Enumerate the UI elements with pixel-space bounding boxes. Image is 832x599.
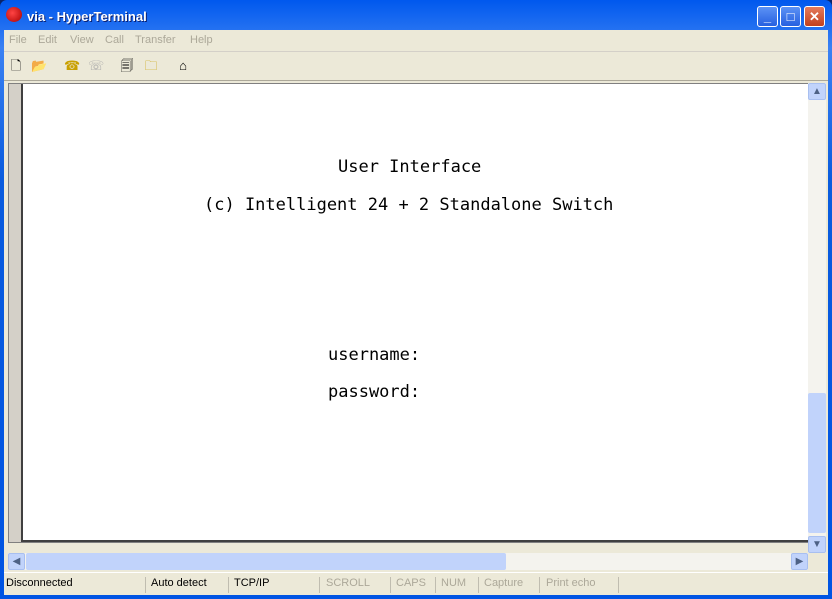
properties-icon[interactable]: ⌂ xyxy=(175,58,191,74)
status-connection: Disconnected xyxy=(4,577,146,593)
scroll-up-button[interactable]: ▲ xyxy=(808,83,826,100)
client-area: File Edit View Call Transfer Help 🗋 📂 ☎ … xyxy=(4,30,828,595)
terminal-screen[interactable]: User Interface (c) Intelligent 24 + 2 St… xyxy=(21,84,809,542)
minimize-button[interactable]: _ xyxy=(757,6,778,27)
maximize-button[interactable]: □ xyxy=(780,6,801,27)
open-folder-icon[interactable]: 📂 xyxy=(31,58,47,74)
username-prompt: username: xyxy=(328,345,421,365)
hyperterminal-window: via - HyperTerminal _ □ ✕ File Edit View… xyxy=(0,0,832,599)
menu-help[interactable]: Help xyxy=(190,34,213,46)
status-bar: Disconnected Auto detect TCP/IP SCROLL C… xyxy=(4,572,828,594)
menu-edit[interactable]: Edit xyxy=(38,34,57,46)
status-capture: Capture xyxy=(482,577,540,593)
hyperterminal-app-icon[interactable] xyxy=(6,7,22,22)
disconnect-phone-icon[interactable]: ☏ xyxy=(88,58,104,74)
password-prompt: password: xyxy=(328,382,421,402)
menu-file[interactable]: File xyxy=(9,34,27,46)
vertical-scroll-thumb[interactable] xyxy=(808,393,826,533)
menu-bar: File Edit View Call Transfer Help xyxy=(4,30,828,52)
close-button[interactable]: ✕ xyxy=(804,6,825,27)
status-scroll: SCROLL xyxy=(324,577,391,593)
horizontal-scrollbar[interactable]: ◀ ▶ xyxy=(8,553,808,570)
menu-view[interactable]: View xyxy=(70,34,94,46)
terminal-line-title: User Interface xyxy=(338,157,482,177)
terminal-line-copyright: (c) Intelligent 24 + 2 Standalone Switch xyxy=(204,195,614,215)
terminal-panel: User Interface (c) Intelligent 24 + 2 St… xyxy=(8,83,809,543)
menu-call[interactable]: Call xyxy=(105,34,124,46)
new-document-icon[interactable]: 🗋 xyxy=(8,58,24,74)
status-detect: Auto detect xyxy=(149,577,229,593)
menu-transfer[interactable]: Transfer xyxy=(135,34,176,46)
toolbar: 🗋 📂 ☎ ☏ 🗐 🗀 ⌂ xyxy=(4,53,828,81)
status-protocol: TCP/IP xyxy=(232,577,320,593)
horizontal-scroll-thumb[interactable] xyxy=(26,553,506,570)
scroll-right-button[interactable]: ▶ xyxy=(791,553,808,570)
scroll-down-button[interactable]: ▼ xyxy=(808,536,826,553)
call-phone-icon[interactable]: ☎ xyxy=(64,58,80,74)
title-bar[interactable]: via - HyperTerminal _ □ ✕ xyxy=(0,0,832,30)
window-title: via - HyperTerminal xyxy=(27,9,147,24)
status-num: NUM xyxy=(439,577,479,593)
status-print-echo: Print echo xyxy=(544,577,619,593)
status-caps: CAPS xyxy=(394,577,436,593)
receive-file-icon[interactable]: 🗀 xyxy=(143,58,159,74)
vertical-scrollbar[interactable]: ▲ ▼ xyxy=(808,83,826,553)
scroll-left-button[interactable]: ◀ xyxy=(8,553,25,570)
send-file-icon[interactable]: 🗐 xyxy=(119,58,135,74)
